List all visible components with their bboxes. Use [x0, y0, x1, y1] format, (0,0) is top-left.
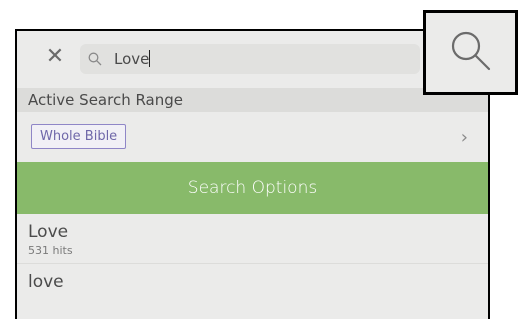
text-caret: [149, 50, 151, 67]
list-item[interactable]: Love 531 hits: [17, 214, 488, 264]
search-options-button[interactable]: Search Options: [17, 162, 488, 214]
result-title: love: [28, 272, 64, 292]
active-search-range-header: Active Search Range: [17, 88, 488, 112]
search-panel: ✕ Love Active Search Range Whole Bible ›…: [15, 29, 490, 319]
close-button[interactable]: ✕: [43, 45, 67, 69]
search-icon: [88, 51, 102, 70]
search-button[interactable]: [423, 10, 518, 95]
range-tag: Whole Bible: [31, 124, 127, 149]
search-range-row[interactable]: Whole Bible ›: [17, 112, 488, 162]
search-input[interactable]: Love: [80, 44, 420, 74]
search-bar: ✕ Love: [17, 31, 488, 88]
close-icon: ✕: [45, 44, 65, 69]
search-query-text: Love: [114, 50, 151, 68]
chevron-right-icon: ›: [460, 127, 468, 148]
search-icon: [449, 29, 493, 77]
result-hits: 531 hits: [28, 244, 73, 257]
result-title: Love: [28, 222, 69, 242]
list-item[interactable]: love: [17, 264, 488, 319]
